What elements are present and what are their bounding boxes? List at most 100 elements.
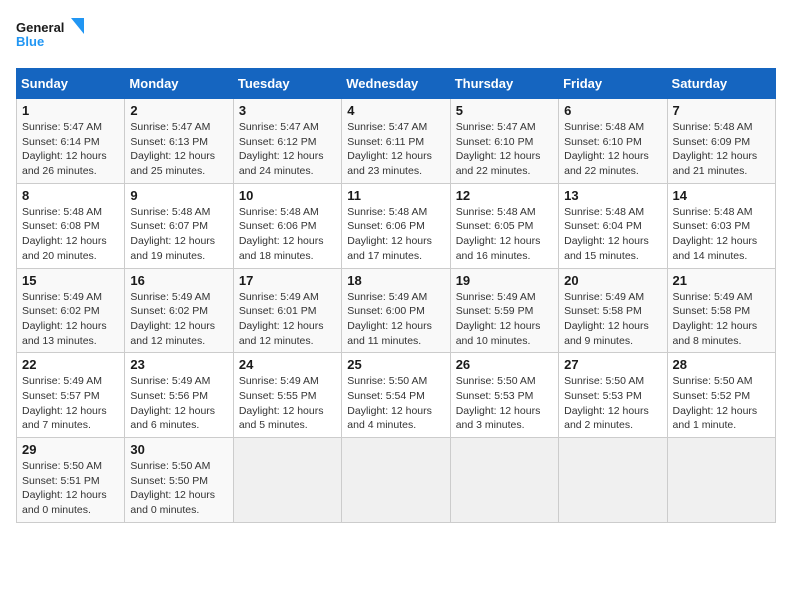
weekday-header: Wednesday <box>342 69 450 99</box>
day-number: 15 <box>22 273 119 288</box>
day-number: 26 <box>456 357 553 372</box>
calendar-day: 30 Sunrise: 5:50 AMSunset: 5:50 PMDayligh… <box>125 438 233 523</box>
day-number: 11 <box>347 188 444 203</box>
day-info: Sunrise: 5:49 AMSunset: 5:55 PMDaylight:… <box>239 374 336 433</box>
calendar-day: 8 Sunrise: 5:48 AMSunset: 6:08 PMDaylight… <box>17 183 125 268</box>
day-info: Sunrise: 5:48 AMSunset: 6:10 PMDaylight:… <box>564 120 661 179</box>
calendar-week: 29Sunrise: 5:50 AMSunset: 5:51 PMDayligh… <box>17 438 776 523</box>
day-info: Sunrise: 5:50 AMSunset: 5:53 PMDaylight:… <box>564 374 661 433</box>
day-number: 2 <box>130 103 227 118</box>
day-number: 6 <box>564 103 661 118</box>
day-number: 27 <box>564 357 661 372</box>
calendar-header: SundayMondayTuesdayWednesdayThursdayFrid… <box>17 69 776 99</box>
day-info: Sunrise: 5:48 AMSunset: 6:04 PMDaylight:… <box>564 205 661 264</box>
calendar-day: 20 Sunrise: 5:49 AMSunset: 5:58 PMDayligh… <box>559 268 667 353</box>
day-number: 16 <box>130 273 227 288</box>
day-number: 8 <box>22 188 119 203</box>
calendar-day: 28 Sunrise: 5:50 AMSunset: 5:52 PMDayligh… <box>667 353 775 438</box>
calendar-week: 22 Sunrise: 5:49 AMSunset: 5:57 PMDayligh… <box>17 353 776 438</box>
calendar-day: 6 Sunrise: 5:48 AMSunset: 6:10 PMDaylight… <box>559 99 667 184</box>
day-info: Sunrise: 5:48 AMSunset: 6:06 PMDaylight:… <box>347 205 444 264</box>
svg-text:Blue: Blue <box>16 34 44 49</box>
calendar-day: 26 Sunrise: 5:50 AMSunset: 5:53 PMDayligh… <box>450 353 558 438</box>
calendar-day <box>559 438 667 523</box>
weekday-header: Friday <box>559 69 667 99</box>
day-info: Sunrise: 5:48 AMSunset: 6:08 PMDaylight:… <box>22 205 119 264</box>
calendar-day: 5Sunrise: 5:47 AMSunset: 6:10 PMDaylight… <box>450 99 558 184</box>
day-info: Sunrise: 5:50 AMSunset: 5:52 PMDaylight:… <box>673 374 770 433</box>
calendar-day <box>450 438 558 523</box>
calendar-day: 15 Sunrise: 5:49 AMSunset: 6:02 PMDayligh… <box>17 268 125 353</box>
day-number: 19 <box>456 273 553 288</box>
weekday-header: Sunday <box>17 69 125 99</box>
day-number: 9 <box>130 188 227 203</box>
day-number: 17 <box>239 273 336 288</box>
day-number: 12 <box>456 188 553 203</box>
calendar-day: 12 Sunrise: 5:48 AMSunset: 6:05 PMDayligh… <box>450 183 558 268</box>
day-info: Sunrise: 5:48 AMSunset: 6:06 PMDaylight:… <box>239 205 336 264</box>
day-info: Sunrise: 5:47 AMSunset: 6:11 PMDaylight:… <box>347 120 444 179</box>
day-info: Sunrise: 5:49 AMSunset: 6:00 PMDaylight:… <box>347 290 444 349</box>
day-info: Sunrise: 5:48 AMSunset: 6:09 PMDaylight:… <box>673 120 770 179</box>
day-number: 29 <box>22 442 119 457</box>
calendar-body: 1Sunrise: 5:47 AMSunset: 6:14 PMDaylight… <box>17 99 776 523</box>
weekday-header: Tuesday <box>233 69 341 99</box>
day-info: Sunrise: 5:47 AMSunset: 6:10 PMDaylight:… <box>456 120 553 179</box>
day-info: Sunrise: 5:49 AMSunset: 5:58 PMDaylight:… <box>673 290 770 349</box>
day-info: Sunrise: 5:50 AMSunset: 5:50 PMDaylight:… <box>130 459 227 518</box>
day-number: 28 <box>673 357 770 372</box>
day-number: 25 <box>347 357 444 372</box>
calendar-day: 1Sunrise: 5:47 AMSunset: 6:14 PMDaylight… <box>17 99 125 184</box>
day-info: Sunrise: 5:47 AMSunset: 6:14 PMDaylight:… <box>22 120 119 179</box>
calendar-day: 17 Sunrise: 5:49 AMSunset: 6:01 PMDayligh… <box>233 268 341 353</box>
calendar-day: 29Sunrise: 5:50 AMSunset: 5:51 PMDayligh… <box>17 438 125 523</box>
day-number: 21 <box>673 273 770 288</box>
weekday-header: Monday <box>125 69 233 99</box>
day-number: 7 <box>673 103 770 118</box>
calendar-day: 19Sunrise: 5:49 AMSunset: 5:59 PMDayligh… <box>450 268 558 353</box>
day-info: Sunrise: 5:47 AMSunset: 6:13 PMDaylight:… <box>130 120 227 179</box>
weekday-header: Thursday <box>450 69 558 99</box>
day-number: 18 <box>347 273 444 288</box>
calendar-table: SundayMondayTuesdayWednesdayThursdayFrid… <box>16 68 776 523</box>
day-info: Sunrise: 5:49 AMSunset: 6:02 PMDaylight:… <box>130 290 227 349</box>
day-info: Sunrise: 5:49 AMSunset: 5:58 PMDaylight:… <box>564 290 661 349</box>
calendar-day: 9Sunrise: 5:48 AMSunset: 6:07 PMDaylight… <box>125 183 233 268</box>
calendar-day: 4 Sunrise: 5:47 AMSunset: 6:11 PMDaylight… <box>342 99 450 184</box>
day-info: Sunrise: 5:50 AMSunset: 5:53 PMDaylight:… <box>456 374 553 433</box>
day-number: 4 <box>347 103 444 118</box>
calendar-day <box>667 438 775 523</box>
calendar-day <box>342 438 450 523</box>
calendar-day: 10 Sunrise: 5:48 AMSunset: 6:06 PMDayligh… <box>233 183 341 268</box>
calendar-week: 15 Sunrise: 5:49 AMSunset: 6:02 PMDayligh… <box>17 268 776 353</box>
day-number: 30 <box>130 442 227 457</box>
day-number: 10 <box>239 188 336 203</box>
logo-svg: General Blue <box>16 16 86 56</box>
logo: General Blue <box>16 16 86 56</box>
calendar-day: 14Sunrise: 5:48 AMSunset: 6:03 PMDayligh… <box>667 183 775 268</box>
calendar-day: 3 Sunrise: 5:47 AMSunset: 6:12 PMDaylight… <box>233 99 341 184</box>
calendar-day: 13 Sunrise: 5:48 AMSunset: 6:04 PMDayligh… <box>559 183 667 268</box>
day-info: Sunrise: 5:49 AMSunset: 5:57 PMDaylight:… <box>22 374 119 433</box>
day-info: Sunrise: 5:47 AMSunset: 6:12 PMDaylight:… <box>239 120 336 179</box>
day-info: Sunrise: 5:49 AMSunset: 6:01 PMDaylight:… <box>239 290 336 349</box>
calendar-day: 21 Sunrise: 5:49 AMSunset: 5:58 PMDayligh… <box>667 268 775 353</box>
page-header: General Blue <box>16 16 776 56</box>
calendar-day: 23Sunrise: 5:49 AMSunset: 5:56 PMDayligh… <box>125 353 233 438</box>
calendar-day: 27 Sunrise: 5:50 AMSunset: 5:53 PMDayligh… <box>559 353 667 438</box>
day-number: 20 <box>564 273 661 288</box>
calendar-day: 25 Sunrise: 5:50 AMSunset: 5:54 PMDayligh… <box>342 353 450 438</box>
day-number: 24 <box>239 357 336 372</box>
day-info: Sunrise: 5:49 AMSunset: 6:02 PMDaylight:… <box>22 290 119 349</box>
day-number: 23 <box>130 357 227 372</box>
day-info: Sunrise: 5:50 AMSunset: 5:54 PMDaylight:… <box>347 374 444 433</box>
calendar-week: 1Sunrise: 5:47 AMSunset: 6:14 PMDaylight… <box>17 99 776 184</box>
calendar-day: 7 Sunrise: 5:48 AMSunset: 6:09 PMDaylight… <box>667 99 775 184</box>
day-number: 22 <box>22 357 119 372</box>
day-number: 13 <box>564 188 661 203</box>
day-info: Sunrise: 5:48 AMSunset: 6:05 PMDaylight:… <box>456 205 553 264</box>
calendar-day: 11 Sunrise: 5:48 AMSunset: 6:06 PMDayligh… <box>342 183 450 268</box>
calendar-day: 22 Sunrise: 5:49 AMSunset: 5:57 PMDayligh… <box>17 353 125 438</box>
calendar-day: 16 Sunrise: 5:49 AMSunset: 6:02 PMDayligh… <box>125 268 233 353</box>
day-number: 3 <box>239 103 336 118</box>
